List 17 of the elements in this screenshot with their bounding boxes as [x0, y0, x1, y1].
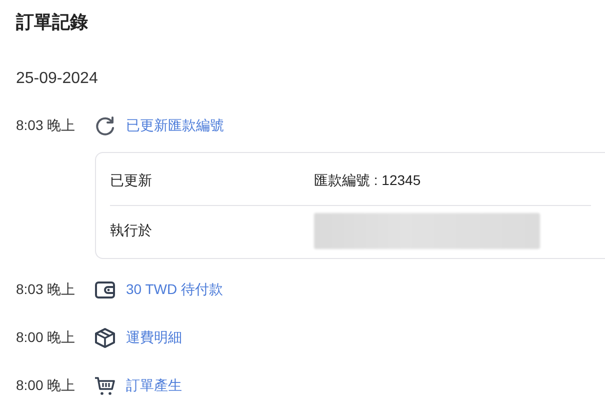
- detail-value: 匯款編號 : 12345: [314, 172, 421, 190]
- entry-time: 8:03 晚上: [16, 117, 76, 135]
- cart-icon: [94, 375, 116, 397]
- entry-link[interactable]: 已更新匯款編號: [126, 117, 224, 135]
- entry-link[interactable]: 運費明細: [126, 329, 182, 347]
- page-title: 訂單記錄: [16, 11, 89, 34]
- entry-time: 8:00 晚上: [16, 329, 76, 347]
- wallet-icon: [94, 279, 116, 301]
- entry-time: 8:00 晚上: [16, 377, 76, 395]
- date-heading: 25-09-2024: [16, 69, 99, 89]
- refresh-icon: [94, 115, 116, 137]
- detail-label: 執行於: [110, 222, 153, 240]
- box-icon: [94, 327, 116, 349]
- entry-link[interactable]: 30 TWD 待付款: [126, 281, 223, 299]
- entry-link[interactable]: 訂單產生: [126, 377, 182, 395]
- entry-time: 8:03 晚上: [16, 281, 76, 299]
- detail-label: 已更新: [110, 172, 153, 190]
